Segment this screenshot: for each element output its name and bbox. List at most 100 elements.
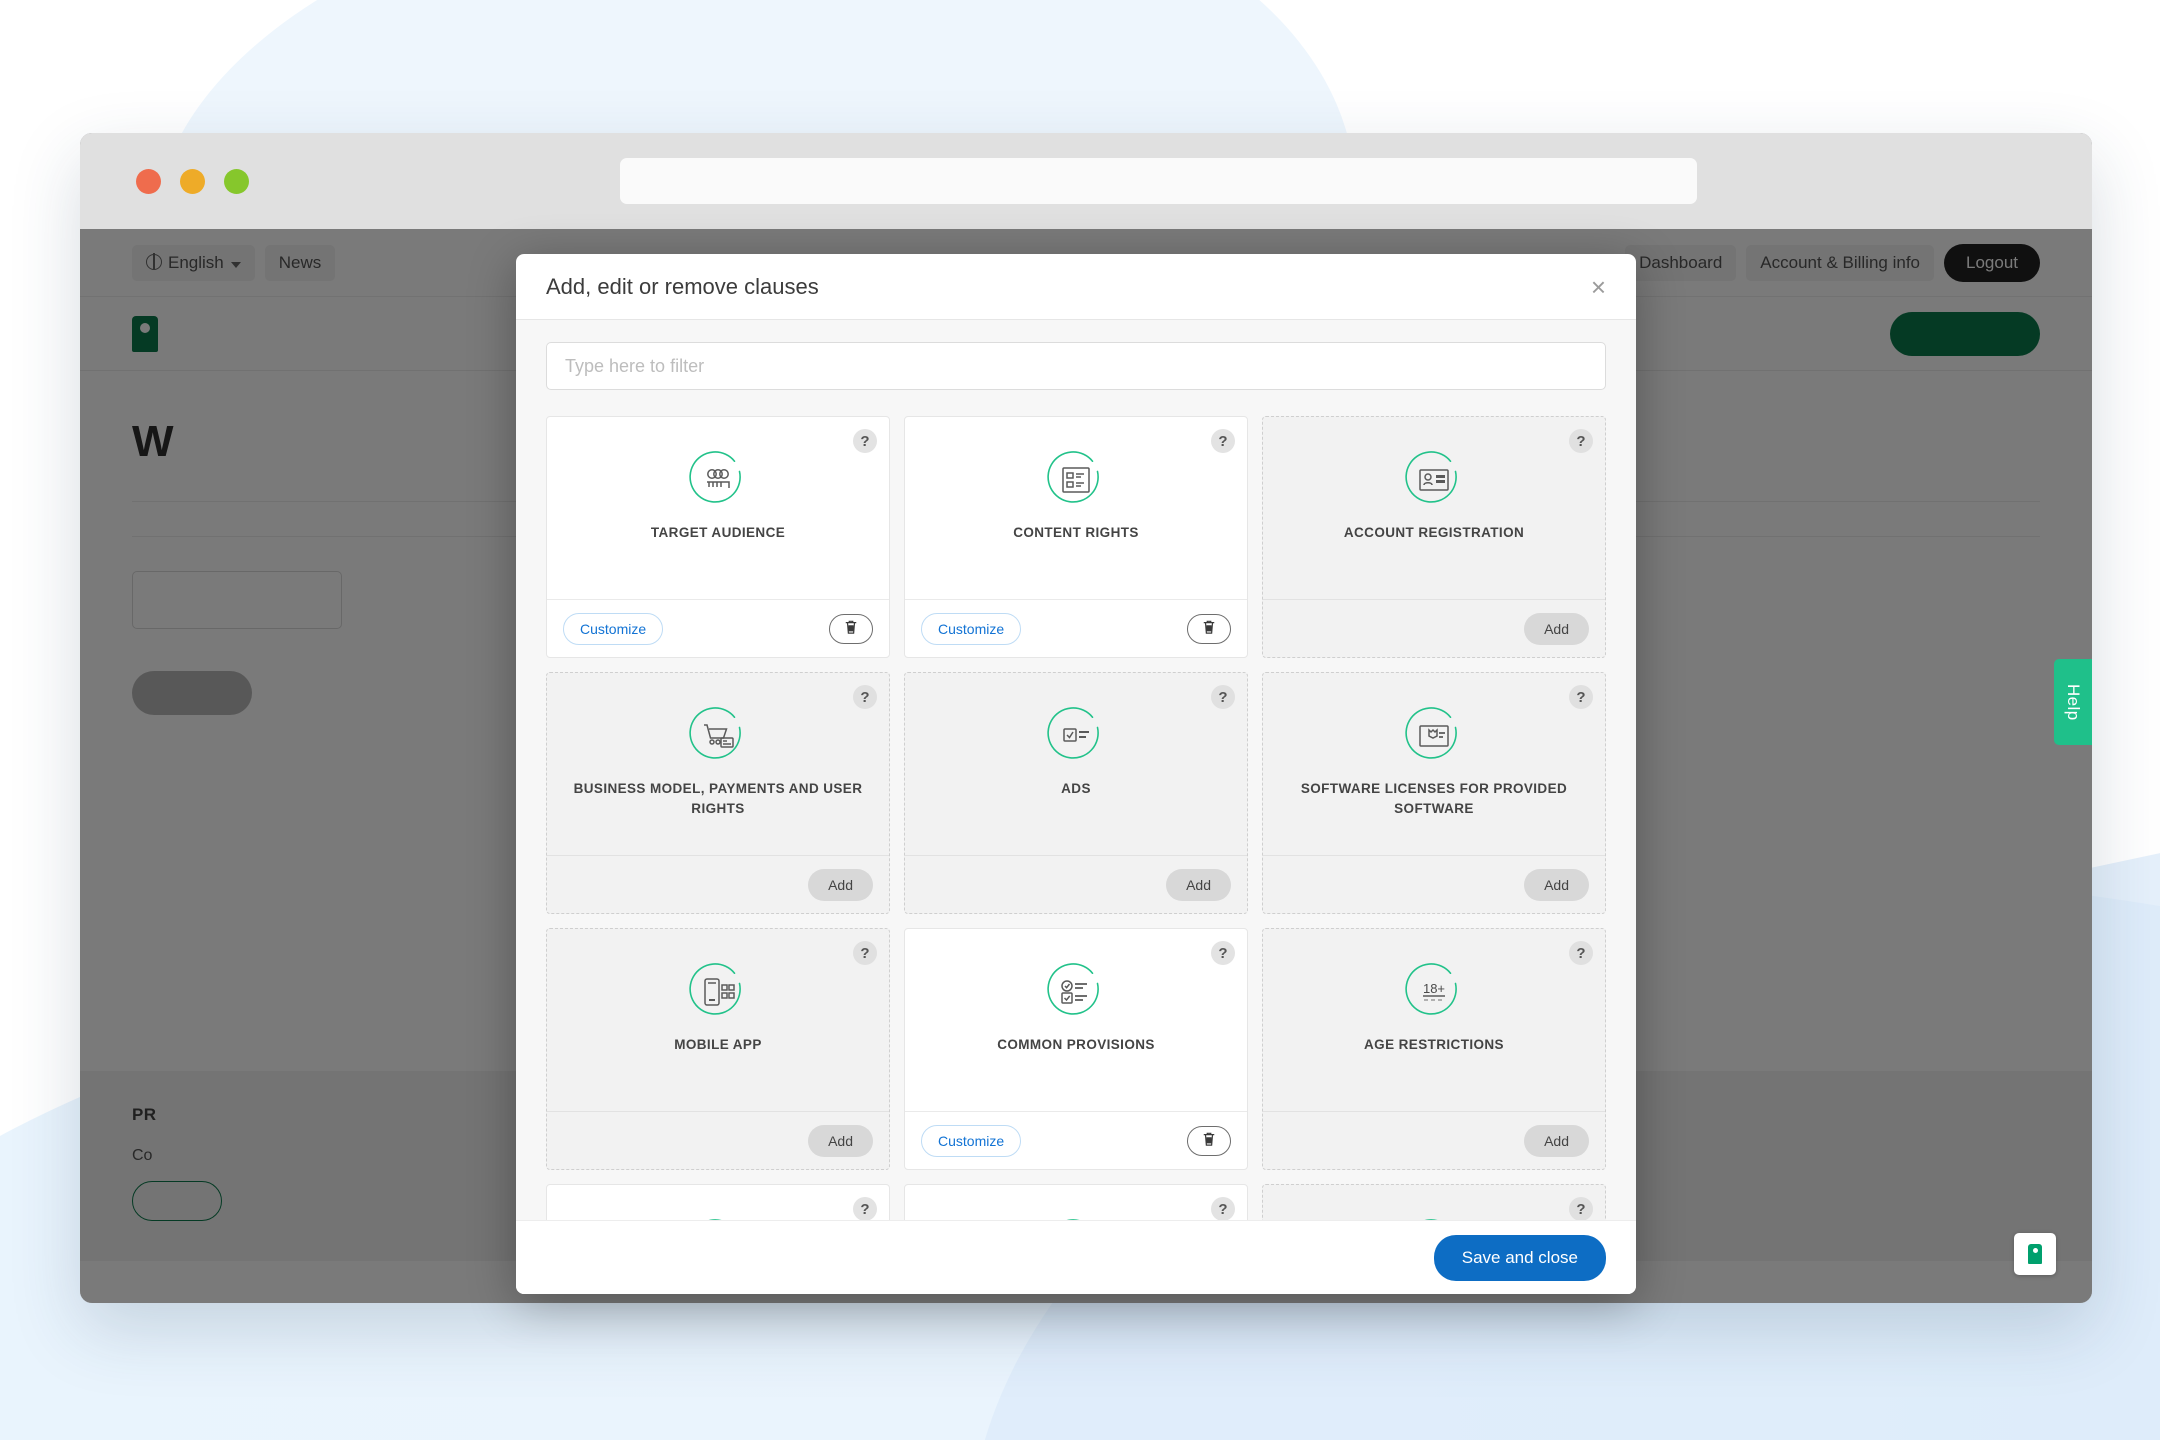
clause-icon-ring — [689, 451, 747, 509]
add-clause-button[interactable]: Add — [1524, 1125, 1589, 1157]
clause-card-actions: Add — [1263, 855, 1605, 913]
clause-label: MOBILE APP — [674, 1035, 762, 1055]
clause-card[interactable]: ? TARGET AUDIENCE Customize — [546, 416, 890, 658]
modal-header: Add, edit or remove clauses × — [516, 254, 1636, 320]
add-clause-button[interactable]: Add — [1166, 869, 1231, 901]
clause-card[interactable]: ? SOFTWARE LICENSES FOR PROVIDED SOFTWARE… — [1262, 672, 1606, 914]
close-window-icon[interactable] — [136, 169, 161, 194]
add-clause-button[interactable]: Add — [808, 1125, 873, 1157]
trash-icon — [1202, 1131, 1216, 1150]
minimize-window-icon[interactable] — [180, 169, 205, 194]
help-icon[interactable]: ? — [1569, 429, 1593, 453]
help-icon[interactable]: ? — [1211, 941, 1235, 965]
clause-card-body: ? MOBILE APP — [547, 929, 889, 1111]
customize-button[interactable]: Customize — [921, 1125, 1021, 1157]
clause-grid: ? TARGET AUDIENCE Customize? CONTENT RIGHTS… — [546, 416, 1606, 1220]
clause-card[interactable]: ?Customize — [904, 1184, 1248, 1220]
clause-card-body: ? 18+ AGE RESTRICTIONS — [1263, 929, 1605, 1111]
help-icon[interactable]: ? — [1569, 1197, 1593, 1220]
id-card-icon — [1417, 465, 1451, 495]
clause-card[interactable]: ? CONTENT RIGHTS Customize — [904, 416, 1248, 658]
clause-icon-ring: 18+ — [1405, 963, 1463, 1021]
help-icon[interactable]: ? — [1211, 685, 1235, 709]
mobile-icon — [701, 977, 735, 1007]
browser-chrome-bar — [80, 133, 2092, 229]
clause-card[interactable]: ? ADS Add — [904, 672, 1248, 914]
audience-icon — [701, 465, 735, 495]
clause-card[interactable]: ?Customize — [546, 1184, 890, 1220]
traffic-light-buttons[interactable] — [136, 169, 249, 194]
help-icon[interactable]: ? — [1211, 1197, 1235, 1220]
modal-body: ? TARGET AUDIENCE Customize? CONTENT RIGHTS… — [516, 320, 1636, 1220]
clause-icon-ring — [1405, 451, 1463, 509]
clause-card[interactable]: ?Add — [1262, 1184, 1606, 1220]
checkbox-list-icon — [1059, 721, 1093, 751]
clause-icon-ring — [1047, 451, 1105, 509]
clause-card[interactable]: ? 18+ AGE RESTRICTIONS Add — [1262, 928, 1606, 1170]
trash-icon — [844, 619, 858, 638]
help-icon[interactable]: ? — [853, 1197, 877, 1220]
clause-card-body: ? BUSINESS MODEL, PAYMENTS AND USER RIGHT… — [547, 673, 889, 855]
help-tab[interactable]: Help — [2054, 659, 2092, 745]
clause-card-body: ? — [905, 1185, 1247, 1220]
modal-title: Add, edit or remove clauses — [546, 274, 819, 300]
clause-card-actions: Add — [905, 855, 1247, 913]
iubenda-badge[interactable] — [2014, 1233, 2056, 1275]
clause-card-actions: Add — [1263, 599, 1605, 657]
clause-icon-ring — [689, 707, 747, 765]
add-clause-button[interactable]: Add — [1524, 869, 1589, 901]
clause-label: TARGET AUDIENCE — [651, 523, 785, 543]
clause-card-actions: Add — [547, 1111, 889, 1169]
delete-clause-button[interactable] — [1187, 1126, 1231, 1156]
cart-icon — [701, 721, 735, 751]
clause-label: AGE RESTRICTIONS — [1364, 1035, 1504, 1055]
clause-card-actions: Customize — [905, 599, 1247, 657]
clause-card[interactable]: ? BUSINESS MODEL, PAYMENTS AND USER RIGHT… — [546, 672, 890, 914]
clause-label: CONTENT RIGHTS — [1013, 523, 1139, 543]
add-clause-button[interactable]: Add — [1524, 613, 1589, 645]
help-icon[interactable]: ? — [853, 429, 877, 453]
delete-clause-button[interactable] — [1187, 614, 1231, 644]
help-icon[interactable]: ? — [1211, 429, 1235, 453]
clause-label: SOFTWARE LICENSES FOR PROVIDED SOFTWARE — [1281, 779, 1587, 818]
age-18-plus-icon: 18+ — [1417, 977, 1451, 1007]
checklist-icon — [1059, 977, 1093, 1007]
trash-icon — [1202, 619, 1216, 638]
clause-card-actions: Add — [547, 855, 889, 913]
clause-card[interactable]: ? MOBILE APP Add — [546, 928, 890, 1170]
clause-card[interactable]: ? ACCOUNT REGISTRATION Add — [1262, 416, 1606, 658]
clause-label: COMMON PROVISIONS — [997, 1035, 1155, 1055]
clause-card-body: ? ACCOUNT REGISTRATION — [1263, 417, 1605, 599]
modal-footer: Save and close — [516, 1220, 1636, 1294]
save-and-close-button[interactable]: Save and close — [1434, 1235, 1606, 1281]
clause-card-body: ? ADS — [905, 673, 1247, 855]
clause-card-body: ? SOFTWARE LICENSES FOR PROVIDED SOFTWARE — [1263, 673, 1605, 855]
clause-label: ADS — [1061, 779, 1091, 799]
customize-button[interactable]: Customize — [921, 613, 1021, 645]
address-bar[interactable] — [620, 158, 1697, 204]
clause-label: ACCOUNT REGISTRATION — [1344, 523, 1524, 543]
add-clause-button[interactable]: Add — [808, 869, 873, 901]
clause-card-actions: Add — [1263, 1111, 1605, 1169]
delete-clause-button[interactable] — [829, 614, 873, 644]
clause-card-actions: Customize — [905, 1111, 1247, 1169]
clause-icon-ring — [1405, 707, 1463, 765]
help-icon[interactable]: ? — [853, 941, 877, 965]
help-icon[interactable]: ? — [853, 685, 877, 709]
clause-card-body: ? — [547, 1185, 889, 1220]
close-icon[interactable]: × — [1591, 274, 1606, 300]
clauses-modal: Add, edit or remove clauses × ? TARGET AU… — [516, 254, 1636, 1294]
clause-icon-ring — [689, 963, 747, 1021]
filter-input[interactable] — [546, 342, 1606, 390]
clause-card-body: ? TARGET AUDIENCE — [547, 417, 889, 599]
customize-button[interactable]: Customize — [563, 613, 663, 645]
help-icon[interactable]: ? — [1569, 685, 1593, 709]
clause-label: BUSINESS MODEL, PAYMENTS AND USER RIGHTS — [565, 779, 871, 818]
clause-icon-ring — [1047, 707, 1105, 765]
clause-card[interactable]: ? COMMON PROVISIONS Customize — [904, 928, 1248, 1170]
certificate-icon — [1417, 721, 1451, 751]
document-list-icon — [1059, 465, 1093, 495]
maximize-window-icon[interactable] — [224, 169, 249, 194]
help-icon[interactable]: ? — [1569, 941, 1593, 965]
clause-icon-ring — [1047, 963, 1105, 1021]
